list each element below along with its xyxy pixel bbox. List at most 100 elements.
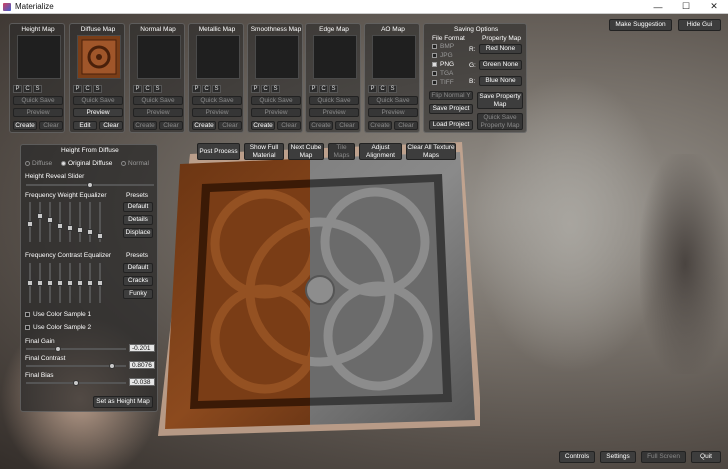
hide-gui-button[interactable]: Hide Gui <box>678 19 721 31</box>
make-suggestion-button[interactable]: Make Suggestion <box>609 19 672 31</box>
map-thumbnail[interactable] <box>255 35 299 79</box>
final-bias-value[interactable]: -0.038 <box>129 378 155 386</box>
post-process-button[interactable]: Post Process <box>197 143 240 160</box>
map-thumbnail[interactable] <box>372 35 416 79</box>
slider-knob[interactable] <box>37 213 43 219</box>
controls-button[interactable]: Controls <box>559 451 595 463</box>
slider-knob[interactable] <box>47 280 53 286</box>
slider-knob[interactable] <box>77 227 83 233</box>
viewport[interactable]: Height Map PCS Quick Save Preview Create… <box>0 14 728 469</box>
c-button[interactable]: C <box>319 85 328 93</box>
slider-knob[interactable] <box>67 225 73 231</box>
p-button[interactable]: P <box>73 85 82 93</box>
s-button[interactable]: S <box>33 85 42 93</box>
slider-knob[interactable] <box>97 233 103 239</box>
clear-button[interactable]: Clear <box>99 121 123 130</box>
p-button[interactable]: P <box>192 85 201 93</box>
s-button[interactable]: S <box>153 85 162 93</box>
c-button[interactable]: C <box>83 85 92 93</box>
p-button[interactable]: P <box>133 85 142 93</box>
tile-maps-button[interactable]: Tile Maps <box>328 143 355 160</box>
create-button[interactable]: Create <box>13 121 37 130</box>
slider-knob[interactable] <box>27 221 33 227</box>
contrast-preset-button[interactable]: Default <box>123 263 153 273</box>
preview-button[interactable]: Preview <box>251 108 301 117</box>
clear-button[interactable]: Clear <box>159 121 183 130</box>
format-option[interactable]: TGA <box>432 70 453 77</box>
preview-button[interactable]: Preview <box>309 108 359 117</box>
material-preview[interactable] <box>140 124 480 464</box>
preview-button[interactable]: Preview <box>133 108 183 117</box>
map-thumbnail[interactable] <box>196 35 240 79</box>
settings-button[interactable]: Settings <box>600 451 636 463</box>
quick-save-button[interactable]: Quick Save <box>73 96 123 105</box>
final-contrast-value[interactable]: 0.8076 <box>129 361 155 369</box>
slider-knob[interactable] <box>97 280 103 286</box>
s-button[interactable]: S <box>93 85 102 93</box>
slider-knob[interactable] <box>87 280 93 286</box>
quick-save-button[interactable]: Quick Save <box>368 96 418 105</box>
save-property-map-button[interactable]: Save Property Map <box>477 92 523 109</box>
format-option[interactable]: JPG <box>432 52 453 59</box>
s-button[interactable]: S <box>388 85 397 93</box>
create-button[interactable]: Create <box>192 121 216 130</box>
final-contrast-slider[interactable] <box>26 363 126 369</box>
close-button[interactable]: ✕ <box>700 1 728 12</box>
clear-button[interactable]: Clear <box>218 121 242 130</box>
create-button[interactable]: Create <box>133 121 157 130</box>
channel-select[interactable]: Red None <box>479 44 522 54</box>
slider-knob[interactable] <box>87 182 93 188</box>
quick-save-button[interactable]: Quick Save <box>192 96 242 105</box>
s-button[interactable]: S <box>212 85 221 93</box>
flip-normal-y-button[interactable]: Flip Normal Y <box>429 91 473 100</box>
channel-select[interactable]: Green None <box>479 60 522 70</box>
format-option[interactable]: BMP <box>432 43 454 50</box>
slider-knob[interactable] <box>109 363 115 369</box>
contrast-eq-slider[interactable] <box>57 263 63 303</box>
map-thumbnail[interactable] <box>313 35 357 79</box>
contrast-eq-slider[interactable] <box>77 263 83 303</box>
clear-button[interactable]: Clear <box>39 121 63 130</box>
clear-all-texture-maps-button[interactable]: Clear All Texture Maps <box>406 143 456 160</box>
height-reveal-slider[interactable] <box>26 182 154 188</box>
radio-normal[interactable]: Normal <box>121 160 149 167</box>
p-button[interactable]: P <box>368 85 377 93</box>
preview-button[interactable]: Preview <box>192 108 242 117</box>
preview-button[interactable]: Preview <box>368 108 418 117</box>
p-button[interactable]: P <box>13 85 22 93</box>
weight-preset-button[interactable]: Default <box>123 202 153 212</box>
weight-preset-button[interactable]: Displace <box>123 228 153 238</box>
use-color-sample-1[interactable]: Use Color Sample 1 <box>25 311 91 318</box>
save-project-button[interactable]: Save Project <box>429 104 473 114</box>
quick-save-button[interactable]: Quick Save <box>309 96 359 105</box>
contrast-eq-slider[interactable] <box>37 263 43 303</box>
p-button[interactable]: P <box>309 85 318 93</box>
weight-eq-slider[interactable] <box>57 202 63 242</box>
weight-eq-slider[interactable] <box>87 202 93 242</box>
preview-button[interactable]: Preview <box>13 108 63 117</box>
quick-save-button[interactable]: Quick Save <box>133 96 183 105</box>
create-button[interactable]: Edit <box>73 121 97 130</box>
c-button[interactable]: C <box>143 85 152 93</box>
slider-knob[interactable] <box>67 280 73 286</box>
contrast-eq-slider[interactable] <box>97 263 103 303</box>
channel-select[interactable]: Blue None <box>479 76 522 86</box>
quick-save-property-map-button[interactable]: Quick Save Property Map <box>477 113 523 130</box>
contrast-eq-slider[interactable] <box>27 263 33 303</box>
slider-knob[interactable] <box>55 346 61 352</box>
next-cube-map-button[interactable]: Next Cube Map <box>288 143 324 160</box>
s-button[interactable]: S <box>329 85 338 93</box>
weight-eq-slider[interactable] <box>77 202 83 242</box>
maximize-button[interactable]: ☐ <box>672 1 700 12</box>
clear-button[interactable]: Clear <box>277 121 301 130</box>
create-button[interactable]: Create <box>368 121 392 130</box>
set-as-height-map-button[interactable]: Set as Height Map <box>93 396 153 408</box>
contrast-preset-button[interactable]: Funky <box>123 289 153 299</box>
preview-button[interactable]: Preview <box>73 108 123 117</box>
show-full-material-button[interactable]: Show Full Material <box>244 143 284 160</box>
p-button[interactable]: P <box>251 85 260 93</box>
final-bias-slider[interactable] <box>26 380 126 386</box>
contrast-eq-slider[interactable] <box>47 263 53 303</box>
c-button[interactable]: C <box>261 85 270 93</box>
quit-button[interactable]: Quit <box>691 451 721 463</box>
